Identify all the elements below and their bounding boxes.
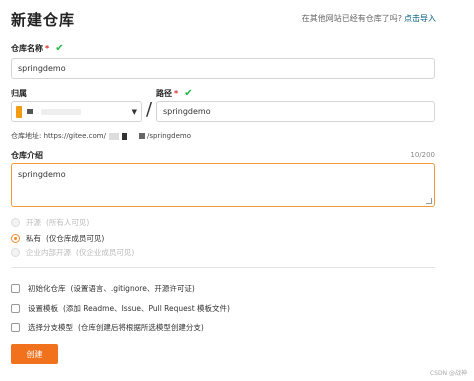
checkbox-icon[interactable]	[11, 304, 20, 313]
import-link[interactable]: 点击导入	[404, 14, 436, 23]
required-mark: *	[45, 44, 50, 53]
import-hint-text: 在其他网站已经有仓库了吗?	[301, 14, 402, 23]
repo-name-input[interactable]: springdemo	[11, 58, 435, 79]
description-label: 仓库介绍	[11, 151, 43, 160]
repo-name-label-row: 仓库名称 * ✔	[11, 43, 64, 54]
init-repo-note: (设置语言、.gitignore、开源许可证)	[70, 284, 195, 293]
owner-name-redacted	[27, 109, 33, 114]
repo-name-label: 仓库名称	[11, 44, 43, 53]
owner-label: 归属	[11, 89, 27, 98]
branch-model-note: (仓库创建后将根据所选模型创建分支)	[78, 323, 204, 332]
repo-url-prefix: 仓库地址: https://gitee.com/	[11, 132, 106, 140]
description-counter: 10/200	[410, 151, 435, 159]
repo-url-redacted-2	[138, 133, 145, 139]
owner-select[interactable]: ▼	[11, 101, 142, 122]
owner-avatar	[16, 105, 22, 118]
owner-name-blur	[41, 108, 81, 115]
repo-url-suffix: /springdemo	[146, 132, 191, 140]
path-value: springdemo	[163, 107, 211, 116]
visibility-option-enterprise[interactable]: 企业内部开源 (仅企业成员可见)	[11, 247, 134, 258]
radio-icon[interactable]	[11, 234, 20, 243]
checkbox-icon[interactable]	[11, 323, 20, 332]
init-repo-option[interactable]: 初始化仓库 (设置语言、.gitignore、开源许可证)	[11, 283, 195, 294]
check-icon: ✔	[55, 43, 64, 54]
template-option[interactable]: 设置模板 (添加 Readme、Issue、Pull Request 模板文件)	[11, 303, 230, 314]
template-note: (添加 Readme、Issue、Pull Request 模板文件)	[63, 304, 230, 313]
radio-icon[interactable]	[11, 218, 20, 227]
radio-icon[interactable]	[11, 248, 20, 257]
branch-model-label: 选择分支模型	[28, 323, 73, 332]
description-textarea[interactable]: springdemo	[11, 163, 435, 207]
template-label: 设置模板	[28, 304, 58, 313]
repo-url: 仓库地址: https://gitee.com/ /springdemo	[11, 131, 191, 141]
watermark: CSDN @战神	[429, 370, 467, 377]
path-label: 路径	[156, 89, 172, 98]
visibility-label: 企业内部开源	[26, 248, 71, 257]
visibility-label: 开源	[26, 218, 41, 227]
repo-url-redacted	[108, 132, 119, 140]
path-label-row: 路径 * ✔	[156, 88, 193, 99]
import-hint: 在其他网站已经有仓库了吗? 点击导入	[302, 13, 436, 24]
checkbox-icon[interactable]	[11, 284, 20, 293]
visibility-note: (所有人可见)	[46, 218, 90, 227]
page-title: 新建仓库	[11, 11, 76, 29]
visibility-option-private[interactable]: 私有 (仅仓库成员可见)	[11, 233, 104, 244]
required-mark: *	[174, 89, 179, 98]
repo-name-value: springdemo	[18, 64, 66, 73]
repo-url-redacted-dark	[121, 132, 127, 140]
init-repo-label: 初始化仓库	[28, 284, 66, 293]
check-icon: ✔	[184, 88, 193, 99]
description-value: springdemo	[18, 170, 66, 179]
path-separator: /	[146, 99, 153, 120]
path-input[interactable]: springdemo	[156, 101, 435, 122]
branch-model-option[interactable]: 选择分支模型 (仓库创建后将根据所选模型创建分支)	[11, 322, 204, 333]
resize-grip-icon[interactable]	[426, 198, 432, 204]
visibility-label: 私有	[26, 234, 41, 243]
caret-down-icon: ▼	[131, 107, 137, 116]
divider	[11, 267, 435, 268]
visibility-note: (仅企业成员可见)	[76, 248, 135, 257]
visibility-note: (仅仓库成员可见)	[46, 234, 105, 243]
create-button[interactable]: 创建	[11, 344, 58, 364]
visibility-option-open[interactable]: 开源 (所有人可见)	[11, 217, 89, 228]
